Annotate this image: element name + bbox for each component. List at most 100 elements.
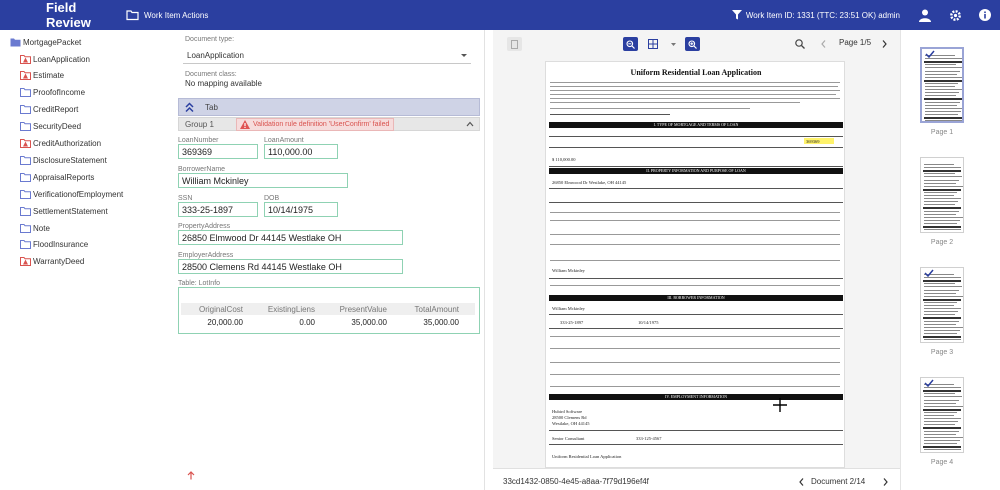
filter-icon[interactable] bbox=[731, 10, 742, 20]
document-page[interactable]: Uniform Residential Loan Application I. … bbox=[545, 61, 845, 468]
tree-item-note[interactable]: Note bbox=[20, 221, 50, 235]
double-chevron-up-icon[interactable] bbox=[185, 102, 194, 113]
thumb-line bbox=[925, 110, 961, 112]
loan-number-field[interactable]: 369369 bbox=[178, 144, 258, 159]
tree-item-verificationofemployment[interactable]: VerificationofEmployment bbox=[20, 187, 123, 201]
section-header: I. TYPE OF MORTGAGE AND TERMS OF LOAN bbox=[549, 122, 843, 128]
lotinfo-table: OriginalCost ExistingLiens PresentValue … bbox=[178, 287, 480, 334]
employer-address-field[interactable]: 28500 Clemens Rd 44145 Westlake OH bbox=[178, 259, 403, 274]
text-line bbox=[550, 108, 750, 109]
section-header: III. BORROWER INFORMATION bbox=[549, 295, 843, 301]
tree-item-label: CreditAuthorization bbox=[33, 139, 102, 148]
text-line bbox=[550, 86, 838, 87]
tree-item-label: Estimate bbox=[33, 71, 65, 81]
zoom-in-button[interactable] bbox=[685, 37, 700, 51]
tree-item-label: CreditReport bbox=[33, 105, 79, 115]
ssn-field[interactable]: 333-25-1897 bbox=[178, 202, 258, 217]
tree-item-securitydeed[interactable]: SecurityDeed bbox=[20, 120, 81, 134]
table-header-row: OriginalCost ExistingLiens PresentValue … bbox=[181, 303, 475, 315]
search-icon[interactable] bbox=[795, 39, 805, 49]
thumbnail-page-4[interactable] bbox=[920, 377, 964, 453]
tree-item-creditreport[interactable]: CreditReport bbox=[20, 103, 78, 117]
thumb-line bbox=[924, 176, 962, 178]
thumb-line bbox=[924, 295, 963, 297]
doc-dob: 10/14/1975 bbox=[638, 320, 659, 325]
thumbnail-page-2[interactable] bbox=[920, 157, 964, 233]
page-indicator: Page 1/5 bbox=[839, 38, 872, 47]
borrower-name-field[interactable]: William Mckinley bbox=[178, 173, 348, 188]
table-cell[interactable]: 35,000.00 bbox=[399, 318, 459, 327]
thumbnail-page-1[interactable] bbox=[920, 47, 964, 123]
thumb-bar bbox=[923, 317, 961, 320]
user-button[interactable] bbox=[910, 0, 940, 30]
zoom-out-button[interactable] bbox=[623, 37, 638, 51]
thumb-line bbox=[924, 436, 963, 438]
text-line bbox=[550, 94, 836, 95]
thumb-line bbox=[925, 101, 960, 103]
loan-amount-field[interactable]: 110,000.00 bbox=[264, 144, 338, 159]
arrow-up-icon[interactable] bbox=[187, 471, 195, 480]
chevron-right-icon[interactable] bbox=[882, 40, 887, 48]
tree-item-appraisalreports[interactable]: AppraisalReports bbox=[20, 170, 94, 184]
thumb-line bbox=[924, 182, 956, 184]
thumbnail-page-3[interactable] bbox=[920, 267, 964, 343]
text-line bbox=[550, 234, 840, 235]
tree-item-label: SecurityDeed bbox=[33, 122, 82, 132]
thumb-bar bbox=[924, 79, 962, 82]
chevron-left-icon[interactable] bbox=[799, 478, 804, 486]
tree-item-creditauthorization[interactable]: CreditAuthorization bbox=[20, 137, 101, 151]
fit-page-button[interactable] bbox=[645, 37, 660, 51]
thumb-line bbox=[924, 314, 955, 316]
tree-item-settlementstatement[interactable]: SettlementStatement bbox=[20, 204, 108, 218]
info-button[interactable] bbox=[970, 0, 1000, 30]
tree-item-loanapplication[interactable]: LoanApplication bbox=[20, 52, 90, 66]
rule bbox=[549, 202, 843, 203]
thumb-line bbox=[924, 301, 957, 303]
doc-amount: $ 110,000.00 bbox=[552, 157, 576, 162]
folder-open-icon[interactable] bbox=[126, 9, 140, 21]
settings-button[interactable] bbox=[940, 0, 970, 30]
table-cell[interactable]: 20,000.00 bbox=[183, 318, 243, 327]
ssn-label: SSN bbox=[178, 195, 193, 202]
rule bbox=[549, 444, 843, 445]
tree-item-warrantydeed[interactable]: WarrantyDeed bbox=[20, 255, 84, 269]
thumb-line bbox=[924, 393, 955, 395]
thumb-line bbox=[924, 399, 959, 401]
thumb-line bbox=[924, 219, 960, 221]
document-type-label: Document type: bbox=[185, 36, 235, 43]
tree-item-disclosurestatement[interactable]: DisclosureStatement bbox=[20, 153, 107, 167]
thumb-line bbox=[924, 442, 957, 444]
tree-item-floodinsurance[interactable]: FloodInsurance bbox=[20, 238, 88, 252]
gear-icon bbox=[949, 9, 961, 21]
tree-item-label: ProofofIncome bbox=[33, 88, 86, 98]
tree-item-estimate[interactable]: Estimate bbox=[20, 69, 64, 83]
doc-position: Senior Consultant bbox=[552, 436, 585, 441]
chevron-right-icon[interactable] bbox=[883, 478, 888, 486]
tree-item-label: DisclosureStatement bbox=[33, 155, 107, 165]
tree-root[interactable]: MortgagePacket bbox=[10, 35, 81, 49]
work-item-actions-menu[interactable]: Work Item Actions bbox=[144, 11, 208, 20]
table-cell[interactable]: 35,000.00 bbox=[327, 318, 387, 327]
thumb-line bbox=[925, 70, 960, 72]
doc-ssn: 333-25-1897 bbox=[560, 320, 584, 325]
document-class-value: No mapping available bbox=[185, 79, 262, 88]
validation-error-text: Validation rule definition 'UserConfirm'… bbox=[253, 121, 390, 128]
table-cell[interactable]: 0.00 bbox=[255, 318, 315, 327]
thumb-line bbox=[925, 82, 958, 84]
thumb-line bbox=[924, 396, 962, 398]
chevron-up-icon[interactable] bbox=[466, 121, 474, 127]
doc-employer-address: 28500 Clemens Rd bbox=[552, 415, 587, 420]
doc-employer-city: Westlake, OH 44145 bbox=[552, 421, 590, 426]
tree-item-proofofincome[interactable]: ProofofIncome bbox=[20, 86, 85, 100]
chevron-left-icon[interactable] bbox=[821, 40, 826, 48]
rule bbox=[549, 166, 843, 167]
document-button[interactable] bbox=[507, 37, 522, 51]
chevron-down-icon[interactable] bbox=[671, 43, 676, 46]
property-address-field[interactable]: 26850 Elmwood Dr 44145 Westlake OH bbox=[178, 230, 403, 245]
document-type-select[interactable]: LoanApplication bbox=[183, 47, 471, 64]
dob-field[interactable]: 10/14/1975 bbox=[264, 202, 338, 217]
doc-phone: 333-125-4567 bbox=[636, 436, 662, 441]
tab-bar[interactable]: Tab bbox=[178, 98, 480, 116]
doc-property-address: 26850 Elmwood Dr Westlake, OH 44145 bbox=[552, 180, 627, 185]
text-line bbox=[550, 82, 840, 83]
